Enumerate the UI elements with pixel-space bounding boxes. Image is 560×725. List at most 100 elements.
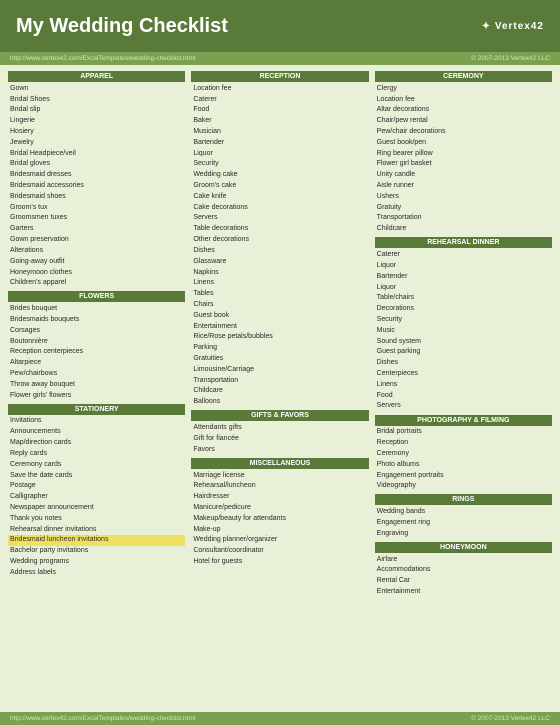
list-item: Altar decorations (375, 105, 552, 116)
list-item: Rehearsal/luncheon (191, 481, 368, 492)
section-header-gifts: GIFTS & FAVORS (191, 410, 368, 421)
list-item: Pew/chair decorations (375, 126, 552, 137)
list-item: Dishes (375, 358, 552, 369)
section-header-ceremony: CEREMONY (375, 71, 552, 82)
list-item: Hairdresser (191, 491, 368, 502)
list-item: Throw away bouquet (8, 379, 185, 390)
list-item: Parking (191, 343, 368, 354)
list-item: Baker (191, 115, 368, 126)
list-item: Gown (8, 83, 185, 94)
list-item: Wedding programs (8, 556, 185, 567)
list-item: Security (375, 314, 552, 325)
list-item: Childcare (191, 386, 368, 397)
list-item: Bridal gloves (8, 159, 185, 170)
list-item: Sound system (375, 336, 552, 347)
list-item: Other decorations (191, 234, 368, 245)
section-header-misc: MISCELLANEOUS (191, 458, 368, 469)
copyright-bottom: © 2007-2013 Vertex42 LLC (471, 715, 550, 722)
list-item: Entertainment (375, 586, 552, 597)
list-item: Table decorations (191, 224, 368, 235)
list-item: Makeup/beauty for attendants (191, 513, 368, 524)
list-item: Bridal Headpiece/veil (8, 148, 185, 159)
list-item: Pew/chairbows (8, 368, 185, 379)
column-3: CEREMONY Clergy Location fee Altar decor… (375, 71, 552, 706)
list-item: Postage (8, 481, 185, 492)
list-item: Map/direction cards (8, 437, 185, 448)
list-item: Groomsmen tuxes (8, 213, 185, 224)
list-item: Rice/Rose petals/bubbles (191, 332, 368, 343)
list-item: Videography (375, 481, 552, 492)
list-item: Guest book (191, 310, 368, 321)
list-item: Security (191, 159, 368, 170)
list-item: Children's apparel (8, 278, 185, 289)
list-item: Address labels (8, 567, 185, 578)
list-item: Location fee (375, 94, 552, 105)
list-item: Honeymoon clothes (8, 267, 185, 278)
url-bar-bottom: http://www.vertex42.com/ExcelTemplates/w… (0, 712, 560, 725)
list-item: Photo albums (375, 459, 552, 470)
list-item: Newspaper announcement (8, 502, 185, 513)
column-1: APPAREL Gown Bridal Shoes Bridal slip Li… (8, 71, 185, 706)
list-item: Liquor (375, 282, 552, 293)
list-item: Marriage license (191, 470, 368, 481)
list-item: Food (191, 105, 368, 116)
list-item: Bartender (191, 137, 368, 148)
list-item: Transportation (191, 375, 368, 386)
page-title: My Wedding Checklist (16, 15, 228, 38)
list-item: Gift for fiancée (191, 433, 368, 444)
list-item: Balloons (191, 397, 368, 408)
list-item: Cake decorations (191, 202, 368, 213)
list-item: Engagement portraits (375, 470, 552, 481)
section-header-stationery: STATIONERY (8, 404, 185, 415)
section-header-flowers: FLOWERS (8, 291, 185, 302)
list-item: Dishes (191, 245, 368, 256)
list-item: Ceremony (375, 448, 552, 459)
list-item: Corsages (8, 325, 185, 336)
list-item: Thank you notes (8, 513, 185, 524)
list-item: Flower girls' flowers (8, 390, 185, 401)
list-item: Make-up (191, 524, 368, 535)
list-item: Ushers (375, 191, 552, 202)
list-item: Wedding cake (191, 170, 368, 181)
list-item: Engraving (375, 528, 552, 539)
list-item: Caterer (191, 94, 368, 105)
column-2: RECEPTION Location fee Caterer Food Bake… (191, 71, 368, 706)
list-item: Food (375, 390, 552, 401)
page: My Wedding Checklist ✦ Vertex42 http://w… (0, 0, 560, 725)
list-item: Chairs (191, 299, 368, 310)
list-item: Bartender (375, 271, 552, 282)
section-header-reception: RECEPTION (191, 71, 368, 82)
list-item: Tables (191, 288, 368, 299)
list-item: Wedding planner/organizer (191, 535, 368, 546)
list-item: Liquor (375, 260, 552, 271)
list-item: Airfare (375, 554, 552, 565)
section-header-rings: RINGS (375, 494, 552, 505)
list-item: Brides bouquet (8, 303, 185, 314)
list-item: Servers (191, 213, 368, 224)
list-item: Favors (191, 444, 368, 455)
list-item: Altarpiece (8, 358, 185, 369)
list-item: Guest book/pen (375, 137, 552, 148)
list-item: Napkins (191, 267, 368, 278)
list-item: Bridesmaid shoes (8, 191, 185, 202)
list-item: Linens (191, 278, 368, 289)
url-bar-top: http://www.vertex42.com/ExcelTemplates/w… (0, 52, 560, 65)
list-item: Glassware (191, 256, 368, 267)
list-item: Ring bearer pillow (375, 148, 552, 159)
list-item: Liquor (191, 148, 368, 159)
list-item: Rental Car (375, 576, 552, 587)
list-item: Groom's tux (8, 202, 185, 213)
list-item: Bridal Shoes (8, 94, 185, 105)
list-item: Jewelry (8, 137, 185, 148)
logo: ✦ Vertex42 (482, 21, 544, 32)
list-item: Bridal slip (8, 105, 185, 116)
list-item: Lingerie (8, 115, 185, 126)
list-item: Bridesmaid dresses (8, 170, 185, 181)
list-item: Centerpieces (375, 368, 552, 379)
list-item: Chair/pew rental (375, 115, 552, 126)
list-item: Bridesmaid accessories (8, 180, 185, 191)
list-item: Gown preservation (8, 234, 185, 245)
list-item: Location fee (191, 83, 368, 94)
list-item: Limousine/Carriage (191, 364, 368, 375)
list-item: Linens (375, 379, 552, 390)
